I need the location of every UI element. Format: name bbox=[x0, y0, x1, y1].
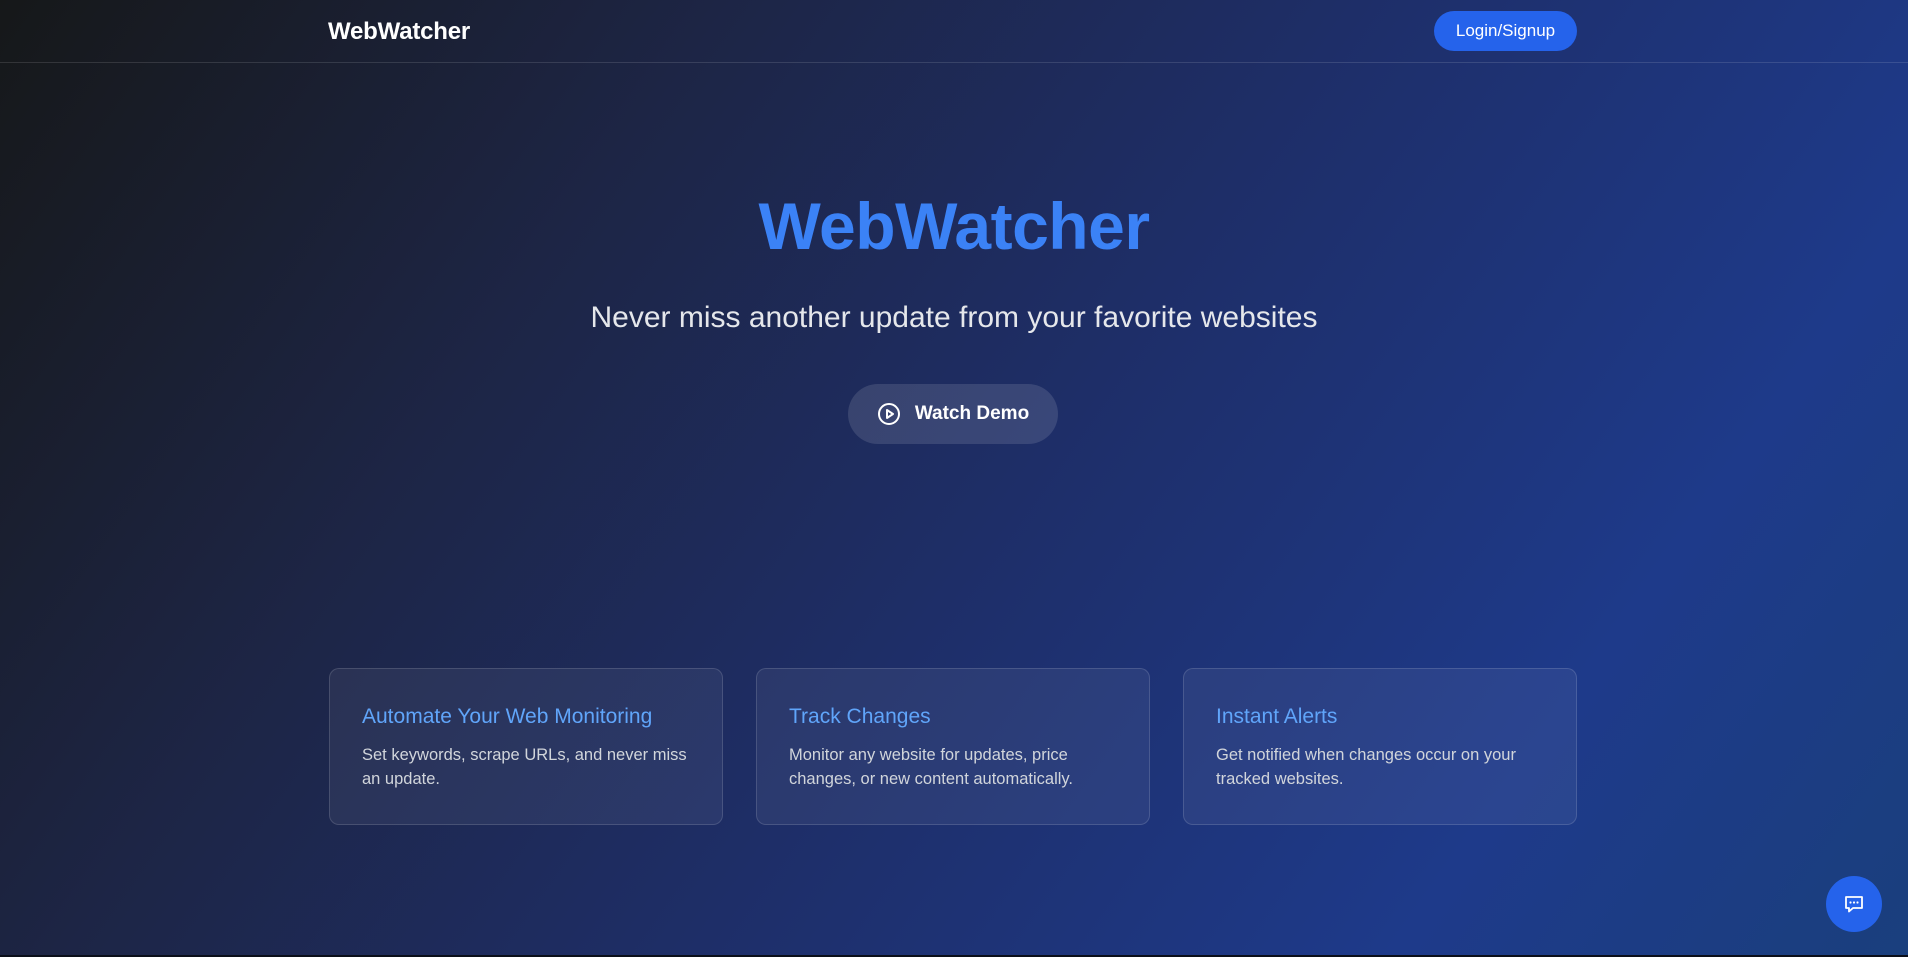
feature-card-text: Get notified when changes occur on your … bbox=[1216, 746, 1516, 788]
feature-card-title: Track Changes bbox=[789, 705, 931, 728]
feature-card-automate: Automate Your Web Monitoring Set keyword… bbox=[329, 668, 723, 825]
hero-subtitle: Never miss another update from your favo… bbox=[590, 301, 1318, 334]
watch-demo-button[interactable]: Watch Demo bbox=[848, 384, 1058, 444]
feature-card-title: Instant Alerts bbox=[1216, 705, 1338, 728]
hero-title: WebWatcher bbox=[758, 189, 1150, 263]
feature-card-text: Monitor any website for updates, price c… bbox=[789, 746, 1074, 788]
feature-card-title: Automate Your Web Monitoring bbox=[362, 705, 653, 728]
chat-bubble-icon bbox=[1842, 892, 1866, 916]
brand-logo[interactable]: WebWatcher bbox=[328, 18, 470, 46]
login-signup-button[interactable]: Login/Signup bbox=[1434, 11, 1577, 51]
chat-button[interactable] bbox=[1826, 876, 1882, 932]
top-navbar: WebWatcher Login/Signup bbox=[0, 0, 1908, 63]
watch-demo-label: Watch Demo bbox=[914, 403, 1030, 424]
feature-card-instant-alerts: Instant Alerts Get notified when changes… bbox=[1183, 668, 1577, 825]
feature-card-track-changes: Track Changes Monitor any website for up… bbox=[756, 668, 1150, 825]
play-circle-icon bbox=[877, 402, 901, 426]
feature-card-text: Set keywords, scrape URLs, and never mis… bbox=[362, 746, 687, 788]
